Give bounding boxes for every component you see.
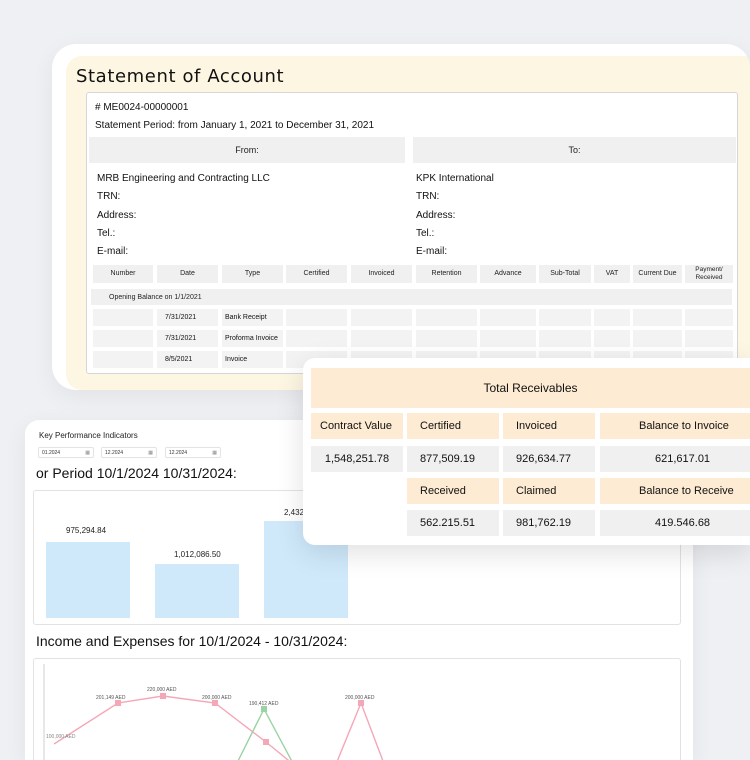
col-advance: Advance (480, 265, 536, 283)
date-to-value: 12.2024 (105, 449, 124, 456)
row-2-cell (480, 330, 536, 347)
statement-number: # ME0024-00000001 (95, 102, 189, 113)
col-date: Date (157, 265, 218, 283)
received-label: Received (407, 478, 499, 504)
row-2-cell (351, 330, 412, 347)
contract-value-label: Contract Value (311, 413, 403, 439)
row-3-number (93, 351, 153, 368)
to-company: KPK International (416, 173, 494, 184)
to-address: Address: (416, 210, 456, 221)
row-2-cell (539, 330, 591, 347)
certified-label: Certified (407, 413, 499, 439)
from-address: Address: (97, 210, 137, 221)
statement-title: Statement of Account (76, 66, 285, 87)
calendar-icon: ▦ (212, 449, 217, 456)
statement-card: Statement of Account # ME0024-00000001 S… (52, 44, 750, 390)
row-1-cell (286, 309, 347, 326)
row-1-cell (351, 309, 412, 326)
row-3-type: Invoice (222, 351, 283, 368)
line-label: 190,412 AED (249, 701, 279, 707)
row-1-date: 7/31/2021 (157, 309, 218, 326)
balance-to-receive-label: Balance to Receive (600, 478, 750, 504)
balance-to-invoice-value: 621,617.01 (600, 446, 750, 472)
row-1-cell (416, 309, 477, 326)
to-tel: Tel.: (416, 228, 435, 239)
point (160, 693, 166, 699)
line-label: 200,000 AED (202, 695, 232, 701)
date-from-input[interactable]: 01.2024 ▦ (38, 447, 94, 458)
row-2-cell (286, 330, 347, 347)
col-vat: VAT (594, 265, 630, 283)
from-trn: TRN: (97, 191, 121, 202)
row-1-number (93, 309, 153, 326)
line-label: 100,000 AED (46, 734, 76, 740)
contract-value: 1,548,251.78 (311, 446, 403, 472)
certified-value: 877,509.19 (407, 446, 499, 472)
row-2-date: 7/31/2021 (157, 330, 218, 347)
row-1-cell (594, 309, 630, 326)
date-from-value: 01.2024 (42, 449, 61, 456)
col-invoiced: Invoiced (351, 265, 412, 283)
col-payment-received: Payment/ Received (685, 265, 733, 283)
claimed-label: Claimed (503, 478, 595, 504)
balance-to-invoice-label: Balance to Invoice (600, 413, 750, 439)
row-1-cell (539, 309, 591, 326)
from-tel: Tel.: (97, 228, 116, 239)
bar-1-label: 975,294.84 (66, 526, 107, 535)
calendar-icon: ▦ (148, 449, 153, 456)
opening-balance-row: Opening Balance on 1/1/2021 (91, 289, 732, 305)
bar-2 (155, 564, 239, 618)
statement-period: Statement Period: from January 1, 2021 t… (95, 120, 375, 131)
line-chart-svg: 100,000 AED 201,149 AED 220,000 AED 200,… (43, 664, 384, 760)
date-extra-input[interactable]: 12.2024 ▦ (165, 447, 221, 458)
row-1-type: Bank Receipt (222, 309, 283, 326)
col-certified: Certified (286, 265, 347, 283)
line-label: 200,000 AED (345, 695, 375, 701)
period-title: or Period 10/1/2024 10/31/2024: (36, 465, 237, 481)
row-1-cell (633, 309, 682, 326)
col-number: Number (93, 265, 153, 283)
income-expenses-title: Income and Expenses for 10/1/2024 - 10/3… (36, 633, 348, 649)
to-email: E-mail: (416, 246, 448, 257)
line-label: 220,000 AED (147, 687, 177, 693)
income-line-2 (336, 701, 384, 760)
statement-document: # ME0024-00000001 Statement Period: from… (86, 92, 738, 374)
col-retention: Retention (416, 265, 477, 283)
col-current-due: Current Due (633, 265, 682, 283)
col-type: Type (222, 265, 283, 283)
bar-2-label: 1,012,086.50 (174, 550, 221, 559)
row-2-cell (416, 330, 477, 347)
invoiced-value: 926,634.77 (503, 446, 595, 472)
calendar-icon: ▦ (85, 449, 90, 456)
line-label: 201,149 AED (96, 695, 126, 701)
to-header: To: (413, 137, 736, 163)
bar-1 (46, 542, 130, 618)
from-company: MRB Engineering and Contracting LLC (97, 173, 270, 184)
kpi-label: Key Performance Indicators (39, 431, 138, 440)
row-2-cell (594, 330, 630, 347)
receivables-title: Total Receivables (311, 368, 750, 408)
from-email: E-mail: (97, 246, 129, 257)
row-1-cell (480, 309, 536, 326)
received-value: 562.215.51 (407, 510, 499, 536)
row-1-cell (685, 309, 733, 326)
row-2-cell (633, 330, 682, 347)
claimed-value: 981,762.19 (503, 510, 595, 536)
point (263, 739, 269, 745)
col-subtotal: Sub-Total (539, 265, 591, 283)
row-2-number (93, 330, 153, 347)
row-3-date: 8/5/2021 (157, 351, 218, 368)
receivables-card: Total Receivables Contract Value Certifi… (303, 358, 750, 545)
income-expenses-chart: 100,000 AED 201,149 AED 220,000 AED 200,… (33, 658, 681, 760)
balance-to-receive-value: 419.546.68 (600, 510, 750, 536)
from-header: From: (89, 137, 405, 163)
row-2-cell (685, 330, 733, 347)
expense-line (237, 707, 292, 760)
statement-panel: Statement of Account # ME0024-00000001 S… (66, 56, 750, 390)
to-trn: TRN: (416, 191, 440, 202)
invoiced-label: Invoiced (503, 413, 595, 439)
row-2-type: Proforma Invoice (222, 330, 283, 347)
date-extra-value: 12.2024 (169, 449, 188, 456)
date-to-input[interactable]: 12.2024 ▦ (101, 447, 157, 458)
